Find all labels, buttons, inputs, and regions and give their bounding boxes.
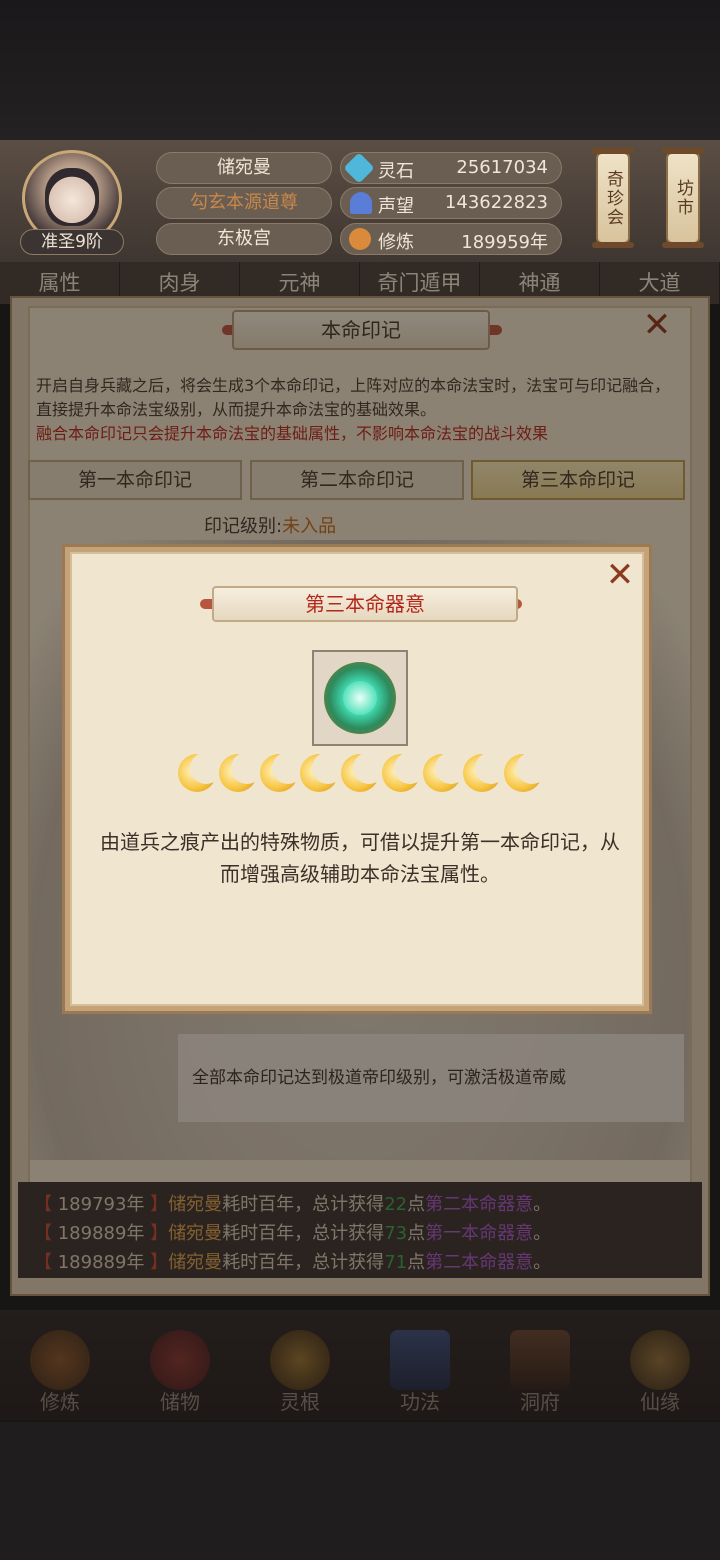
crescent-moon-icon: [504, 752, 548, 792]
realm-badge: 准圣9阶: [20, 229, 124, 255]
status-bar-area: [0, 0, 720, 140]
modal-close-icon[interactable]: ✕: [600, 555, 640, 595]
stat-label-cultivation: 修炼: [378, 232, 414, 253]
crescent-moon-icon: [259, 752, 304, 792]
stat-label-reputation: 声望: [378, 196, 414, 217]
modal-description: 由道兵之痕产出的特殊物质，可借以提升第一本命印记，从而增强高级辅助本命法宝属性。: [100, 830, 620, 886]
bottom-safe-area: [0, 1420, 720, 1560]
player-sect: 东极宫: [156, 223, 332, 255]
player-name: 储宛曼: [156, 152, 332, 184]
player-title: 勾玄本源道尊: [156, 187, 332, 219]
quality-moons: [178, 752, 548, 798]
reputation-crystal-icon: [350, 192, 372, 214]
stat-value-cultivation: 189959年: [461, 232, 548, 253]
crescent-moon-icon: [422, 752, 467, 792]
stat-value-spirit-stone: 25617034: [456, 157, 548, 178]
avatar-portrait: [45, 168, 99, 226]
stat-label-spirit-stone: 灵石: [378, 161, 414, 182]
modal-title: 第三本命器意: [212, 586, 518, 622]
meditation-icon: [349, 228, 371, 250]
crescent-moon-icon: [300, 752, 345, 792]
crescent-moon-icon: [218, 752, 263, 792]
crescent-moon-icon: [381, 752, 426, 792]
bazaar-button[interactable]: 坊市: [662, 148, 704, 248]
crescent-moon-icon: [341, 752, 385, 792]
gem-core: [343, 681, 377, 715]
crescent-moon-icon: [463, 752, 508, 792]
stat-value-reputation: 143622823: [444, 192, 548, 213]
treasure-market-button[interactable]: 奇珍会: [592, 148, 634, 248]
crescent-moon-icon: [178, 752, 222, 792]
